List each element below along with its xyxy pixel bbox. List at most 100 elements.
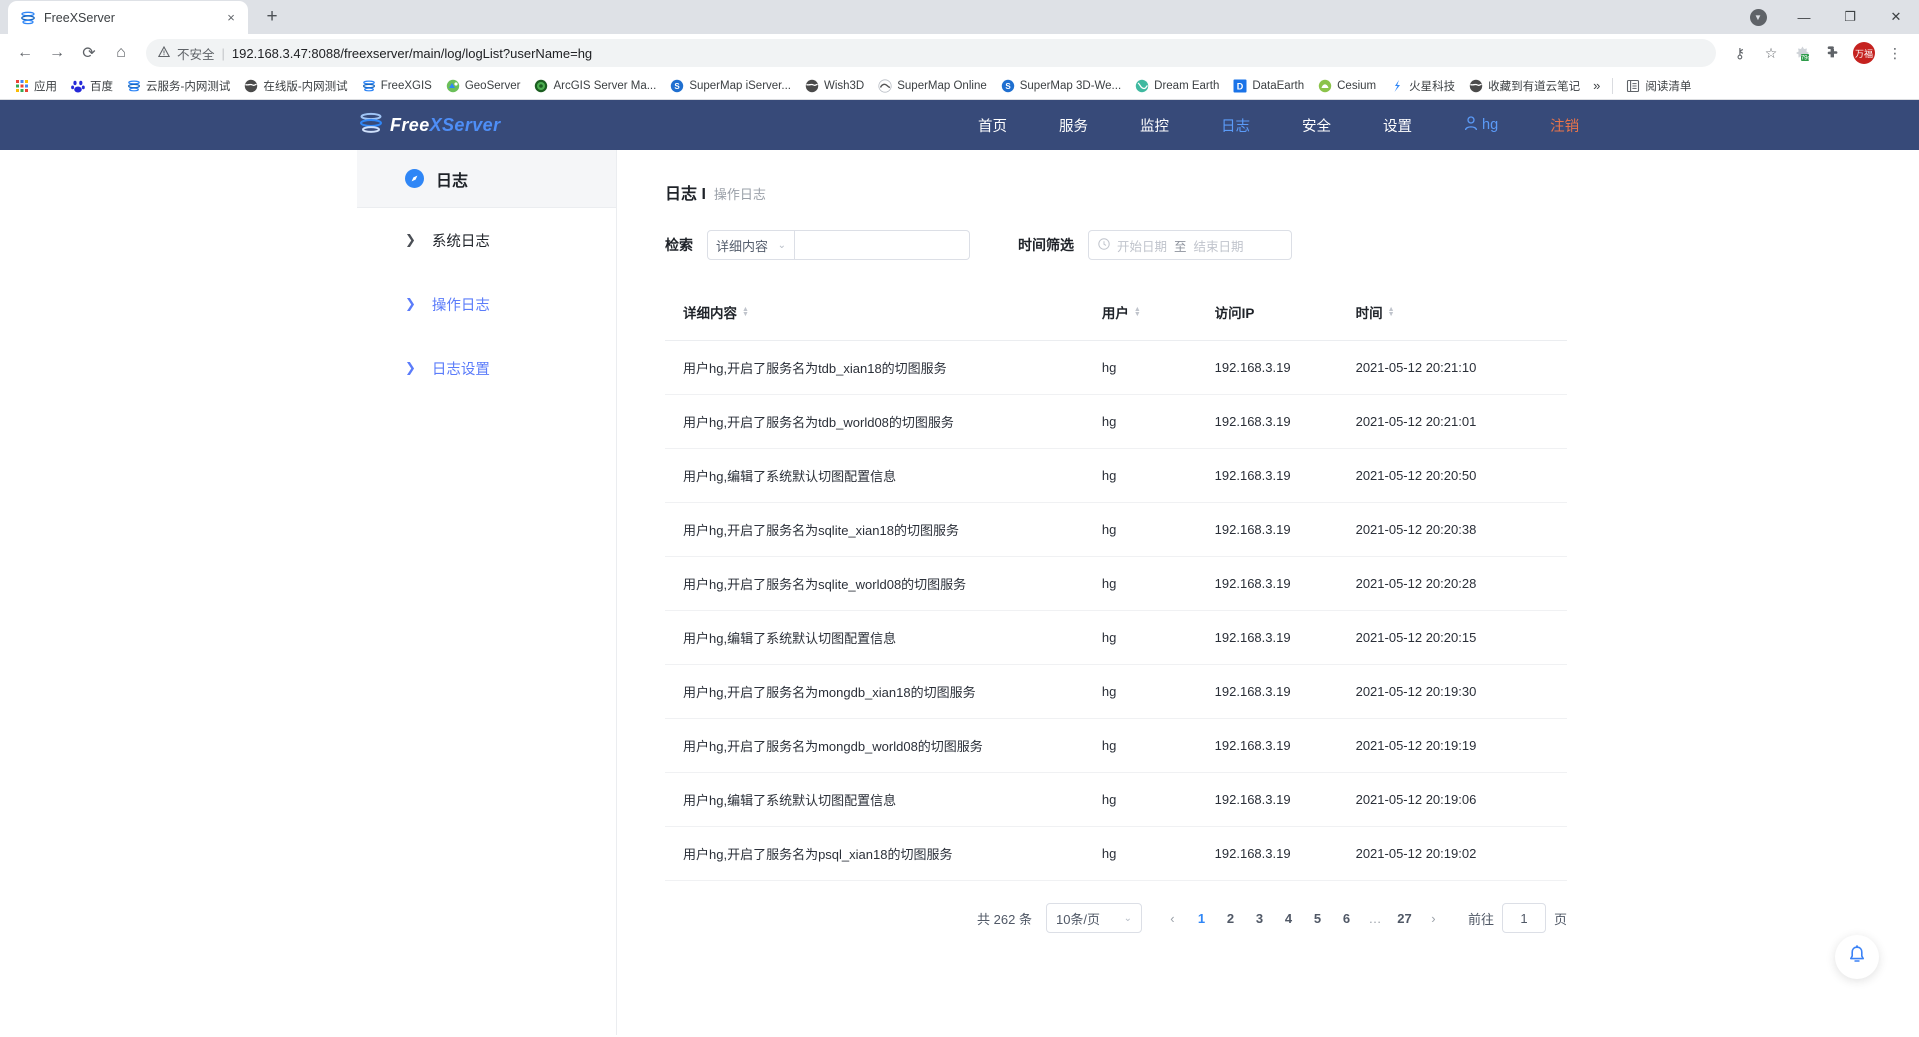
- cell-detail: 用户hg,编辑了系统默认切图配置信息: [665, 610, 1102, 665]
- page-button-1[interactable]: 1: [1187, 904, 1216, 933]
- close-window-icon[interactable]: ✕: [1873, 0, 1919, 34]
- sidebar-item-label: 系统日志: [431, 233, 490, 250]
- search-field-select[interactable]: 详细内容 ⌄: [707, 230, 795, 260]
- table-row[interactable]: 用户hg,编辑了系统默认切图配置信息 hg 192.168.3.19 2021-…: [665, 448, 1567, 503]
- bookmark-star-icon[interactable]: ☆: [1757, 39, 1785, 67]
- page-button-6[interactable]: 6: [1332, 904, 1361, 933]
- chevron-down-icon: ⌄: [1123, 912, 1132, 924]
- app-logo[interactable]: FreeXServer: [358, 110, 500, 141]
- search-input[interactable]: [795, 230, 970, 260]
- cell-user: hg: [1101, 340, 1215, 395]
- bookmark-online-version[interactable]: 在线版-内网测试: [237, 75, 354, 97]
- page-button-last[interactable]: 27: [1390, 904, 1419, 933]
- nav-logout-button[interactable]: 注销: [1524, 115, 1605, 136]
- sort-icon[interactable]: ▲ ▼: [1388, 306, 1395, 318]
- bookmarks-overflow-button[interactable]: »: [1587, 75, 1606, 96]
- browser-tab[interactable]: FreeXServer ×: [8, 1, 248, 34]
- table-row[interactable]: 用户hg,编辑了系统默认切图配置信息 hg 192.168.3.19 2021-…: [665, 610, 1567, 665]
- apps-grid-icon: [15, 79, 29, 93]
- page-size-value: 10条/页: [1055, 911, 1101, 927]
- column-header-detail[interactable]: 详细内容 ▲ ▼: [665, 284, 1102, 341]
- bookmark-apps[interactable]: 应用: [8, 75, 64, 97]
- next-page-button[interactable]: ›: [1419, 904, 1448, 933]
- nav-item-log[interactable]: 日志: [1195, 115, 1276, 136]
- bookmark-freexgis[interactable]: FreeXGIS: [355, 76, 439, 96]
- table-row[interactable]: 用户hg,开启了服务名为tdb_world08的切图服务 hg 192.168.…: [665, 394, 1567, 449]
- password-key-icon[interactable]: ⚷: [1726, 39, 1754, 67]
- prev-page-button[interactable]: ‹: [1158, 904, 1187, 933]
- reload-icon[interactable]: ⟳: [74, 38, 104, 68]
- back-icon[interactable]: ←: [10, 38, 40, 68]
- geoserver-icon: [446, 79, 460, 93]
- forward-icon[interactable]: →: [42, 38, 72, 68]
- page-button-5[interactable]: 5: [1303, 904, 1332, 933]
- cell-ip: 192.168.3.19: [1214, 394, 1356, 449]
- sort-icon[interactable]: ▲ ▼: [742, 306, 749, 318]
- new-tab-button[interactable]: +: [258, 3, 286, 31]
- address-bar[interactable]: 不安全 | 192.168.3.47:8088/freexserver/main…: [146, 39, 1716, 67]
- cell-detail: 用户hg,开启了服务名为tdb_world08的切图服务: [665, 394, 1102, 449]
- minimize-icon[interactable]: —: [1781, 0, 1827, 34]
- goto-page-input[interactable]: [1501, 903, 1546, 933]
- nav-item-service[interactable]: 服务: [1033, 115, 1114, 136]
- puzzle-ext-icon[interactable]: [1819, 39, 1847, 67]
- bookmark-youdao-note[interactable]: 收藏到有道云笔记: [1462, 75, 1587, 97]
- table-row[interactable]: 用户hg,编辑了系统默认切图配置信息 hg 192.168.3.19 2021-…: [665, 772, 1567, 827]
- page-button-3[interactable]: 3: [1245, 904, 1274, 933]
- maximize-icon[interactable]: ❐: [1827, 0, 1873, 34]
- bookmark-mars-tech[interactable]: 火星科技: [1383, 75, 1462, 97]
- table-row[interactable]: 用户hg,开启了服务名为sqlite_xian18的切图服务 hg 192.16…: [665, 502, 1567, 557]
- table-row[interactable]: 用户hg,开启了服务名为mongdb_world08的切图服务 hg 192.1…: [665, 718, 1567, 773]
- bookmark-cloud-service[interactable]: 云服务-内网测试: [120, 75, 237, 97]
- baidu-icon: [71, 79, 85, 93]
- page-size-select[interactable]: 10条/页 ⌄: [1045, 903, 1142, 933]
- table-row[interactable]: 用户hg,开启了服务名为sqlite_world08的切图服务 hg 192.1…: [665, 556, 1567, 611]
- column-header-user[interactable]: 用户 ▲ ▼: [1101, 284, 1215, 341]
- nav-item-security[interactable]: 安全: [1276, 115, 1357, 136]
- bookmark-geoserver[interactable]: GeoServer: [439, 76, 528, 96]
- page-button-4[interactable]: 4: [1274, 904, 1303, 933]
- warning-triangle-icon: [157, 45, 171, 61]
- bookmark-supermap-3d-web[interactable]: S SuperMap 3D-We...: [994, 76, 1128, 96]
- date-separator: 至: [1174, 239, 1187, 254]
- nav-item-home[interactable]: 首页: [952, 115, 1033, 136]
- bookmark-supermap-iserver[interactable]: S SuperMap iServer...: [663, 76, 798, 96]
- bookmark-arcgis-server[interactable]: ArcGIS Server Ma...: [527, 76, 663, 96]
- profile-avatar[interactable]: 万福: [1850, 39, 1878, 67]
- bookmark-dream-earth[interactable]: Dream Earth: [1128, 76, 1226, 96]
- profile-chevron-button[interactable]: ▼: [1735, 0, 1781, 34]
- page-button-2[interactable]: 2: [1216, 904, 1245, 933]
- sidebar-item-system-log[interactable]: ❯ 系统日志: [357, 208, 616, 272]
- bookmark-supermap-online[interactable]: SuperMap Online: [871, 76, 994, 96]
- table-row[interactable]: 用户hg,开启了服务名为mongdb_xian18的切图服务 hg 192.16…: [665, 664, 1567, 719]
- browser-menu-icon[interactable]: ⋮: [1881, 39, 1909, 67]
- table-row[interactable]: 用户hg,开启了服务名为tdb_xian18的切图服务 hg 192.168.3…: [665, 340, 1567, 395]
- sort-icon[interactable]: ▲ ▼: [1134, 306, 1141, 318]
- sidebar-item-log-settings[interactable]: ❯ 日志设置: [357, 336, 616, 400]
- bookmark-wish3d[interactable]: Wish3D: [798, 76, 871, 96]
- globe-dark-icon: [244, 79, 258, 93]
- reading-list-button[interactable]: 阅读清单: [1619, 75, 1698, 97]
- bookmark-cesium[interactable]: Cesium: [1311, 76, 1383, 96]
- nav-item-monitor[interactable]: 监控: [1114, 115, 1195, 136]
- extension-translate-icon[interactable]: \u79d1: [1788, 39, 1816, 67]
- close-icon[interactable]: ×: [222, 9, 240, 27]
- chevron-right-icon: ❯: [405, 360, 416, 375]
- cell-time: 2021-05-12 20:19:30: [1355, 664, 1567, 719]
- column-header-time[interactable]: 时间 ▲ ▼: [1355, 284, 1567, 341]
- nav-user-menu[interactable]: hg: [1438, 115, 1524, 135]
- page-ellipsis[interactable]: …: [1361, 904, 1390, 933]
- nav-item-settings[interactable]: 设置: [1357, 115, 1438, 136]
- cell-detail: 用户hg,开启了服务名为sqlite_world08的切图服务: [665, 556, 1102, 611]
- sidebar-item-operation-log[interactable]: ❯ 操作日志: [357, 272, 616, 336]
- bookmark-baidu[interactable]: 百度: [64, 75, 120, 97]
- notification-button[interactable]: [1835, 935, 1879, 979]
- cell-ip: 192.168.3.19: [1214, 772, 1356, 827]
- bookmark-label: GeoServer: [464, 79, 521, 92]
- home-icon[interactable]: ⌂: [106, 38, 136, 68]
- date-range-picker[interactable]: 开始日期 至 结束日期: [1088, 230, 1292, 260]
- date-start-placeholder: 开始日期: [1117, 239, 1168, 254]
- cell-detail: 用户hg,开启了服务名为mongdb_xian18的切图服务: [665, 664, 1102, 719]
- table-row[interactable]: 用户hg,开启了服务名为psql_xian18的切图服务 hg 192.168.…: [665, 826, 1567, 881]
- bookmark-dataearth[interactable]: D DataEarth: [1226, 76, 1311, 96]
